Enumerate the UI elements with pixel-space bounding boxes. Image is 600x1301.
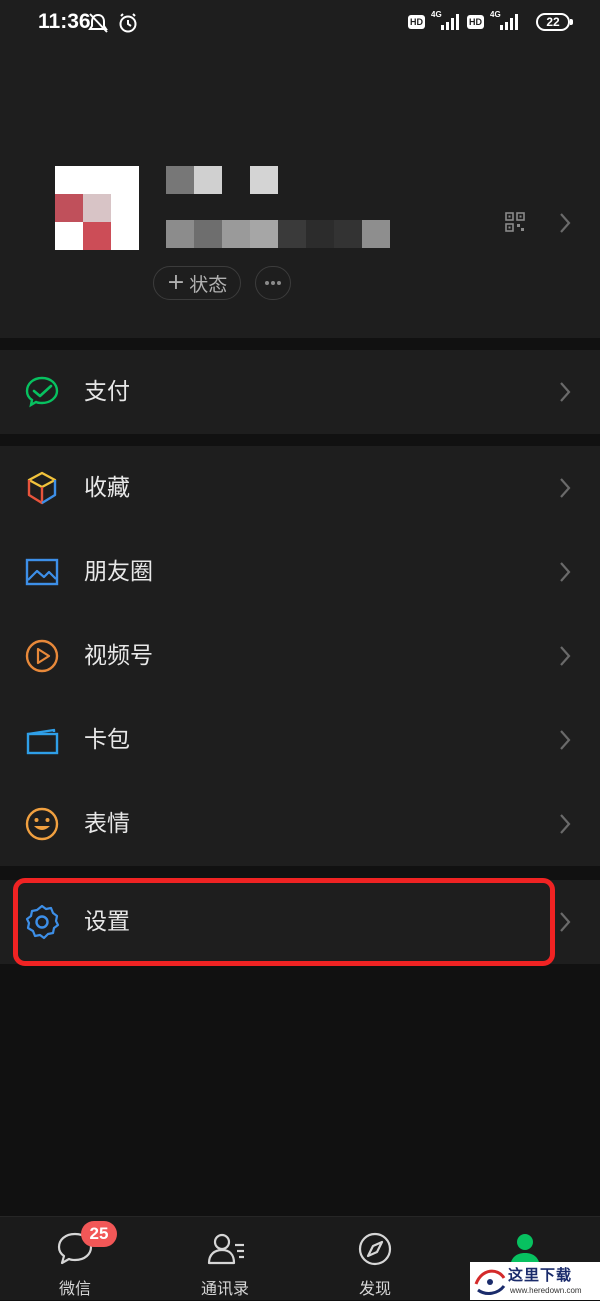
signal-icon-2: 4G: [490, 10, 520, 32]
status-button-label: 状态: [189, 273, 228, 296]
mute-icon: [88, 13, 108, 33]
menu-label-settings: 设置: [84, 909, 130, 935]
menu-label-pay: 支付: [84, 379, 130, 405]
chevron-right-icon: [558, 812, 572, 840]
signal-icon: 4G: [431, 10, 461, 32]
contacts-icon: [206, 1231, 246, 1271]
add-status-button[interactable]: + 状态: [153, 266, 241, 300]
tab-chats[interactable]: 25 微信: [15, 1221, 135, 1301]
chevron-right-icon: [558, 910, 572, 938]
alarm-icon: [119, 13, 137, 33]
avatar[interactable]: [55, 166, 139, 250]
menu-item-channels[interactable]: 视频号: [0, 614, 600, 698]
chevron-right-icon[interactable]: [558, 211, 572, 239]
plus-icon: +: [166, 270, 186, 295]
chevron-right-icon: [558, 644, 572, 672]
status-right-icons: HD 4G HD 4G 22: [408, 10, 573, 32]
picture-icon: [24, 554, 60, 590]
services-group: 收藏 朋友圈 视频号 卡包 表情: [0, 446, 600, 866]
profile-header[interactable]: + 状态: [0, 46, 600, 338]
battery-level: 22: [546, 15, 560, 29]
menu-item-favorites[interactable]: 收藏: [0, 446, 600, 530]
watermark-logo-icon: [474, 1269, 506, 1295]
unread-badge: 25: [81, 1221, 117, 1247]
cube-icon: [24, 470, 60, 506]
watermark-text: 这里下载: [508, 1266, 573, 1284]
status-bar: 11:36 HD 4G HD 4G 22: [0, 0, 600, 46]
play-circle-icon: [24, 638, 60, 674]
smile-icon: [24, 806, 60, 842]
chevron-right-icon: [558, 476, 572, 504]
menu-item-cards[interactable]: 卡包: [0, 698, 600, 782]
menu-label-channels: 视频号: [84, 643, 153, 669]
qr-code-icon[interactable]: [505, 212, 525, 236]
status-left-icons: [88, 12, 144, 38]
menu-item-pay[interactable]: 支付: [0, 350, 600, 434]
tab-label-contacts: 通讯录: [200, 1279, 249, 1298]
menu-item-moments[interactable]: 朋友圈: [0, 530, 600, 614]
menu-item-settings[interactable]: 设置: [0, 880, 600, 964]
site-watermark: 这里下载 www.heredown.com: [470, 1262, 600, 1300]
hd-badge-2: HD: [467, 15, 484, 29]
menu-item-stickers[interactable]: 表情: [0, 782, 600, 866]
watermark-url: www.heredown.com: [510, 1286, 582, 1295]
hd-badge: HD: [408, 15, 425, 29]
card-icon: [24, 722, 60, 758]
settings-group: 设置: [0, 880, 600, 964]
tab-label-chats: 微信: [58, 1279, 91, 1298]
tab-label-discover: 发现: [358, 1279, 391, 1298]
menu-label-moments: 朋友圈: [84, 559, 153, 585]
chevron-right-icon: [558, 560, 572, 588]
tab-contacts[interactable]: 通讯录: [165, 1225, 285, 1301]
chevron-right-icon: [558, 728, 572, 756]
pay-group: 支付: [0, 350, 600, 434]
chevron-right-icon: [558, 380, 572, 408]
menu-label-stickers: 表情: [84, 811, 130, 837]
gear-icon: [24, 904, 60, 940]
menu-label-favorites: 收藏: [84, 475, 130, 501]
wechat-pay-icon: [24, 374, 60, 410]
status-time: 11:36: [38, 10, 91, 33]
battery-icon: 22: [536, 13, 573, 31]
menu-label-cards: 卡包: [84, 727, 130, 753]
compass-icon: [356, 1231, 394, 1271]
more-button[interactable]: [255, 266, 291, 300]
tab-discover[interactable]: 发现: [315, 1225, 435, 1301]
more-icon: [265, 281, 281, 285]
